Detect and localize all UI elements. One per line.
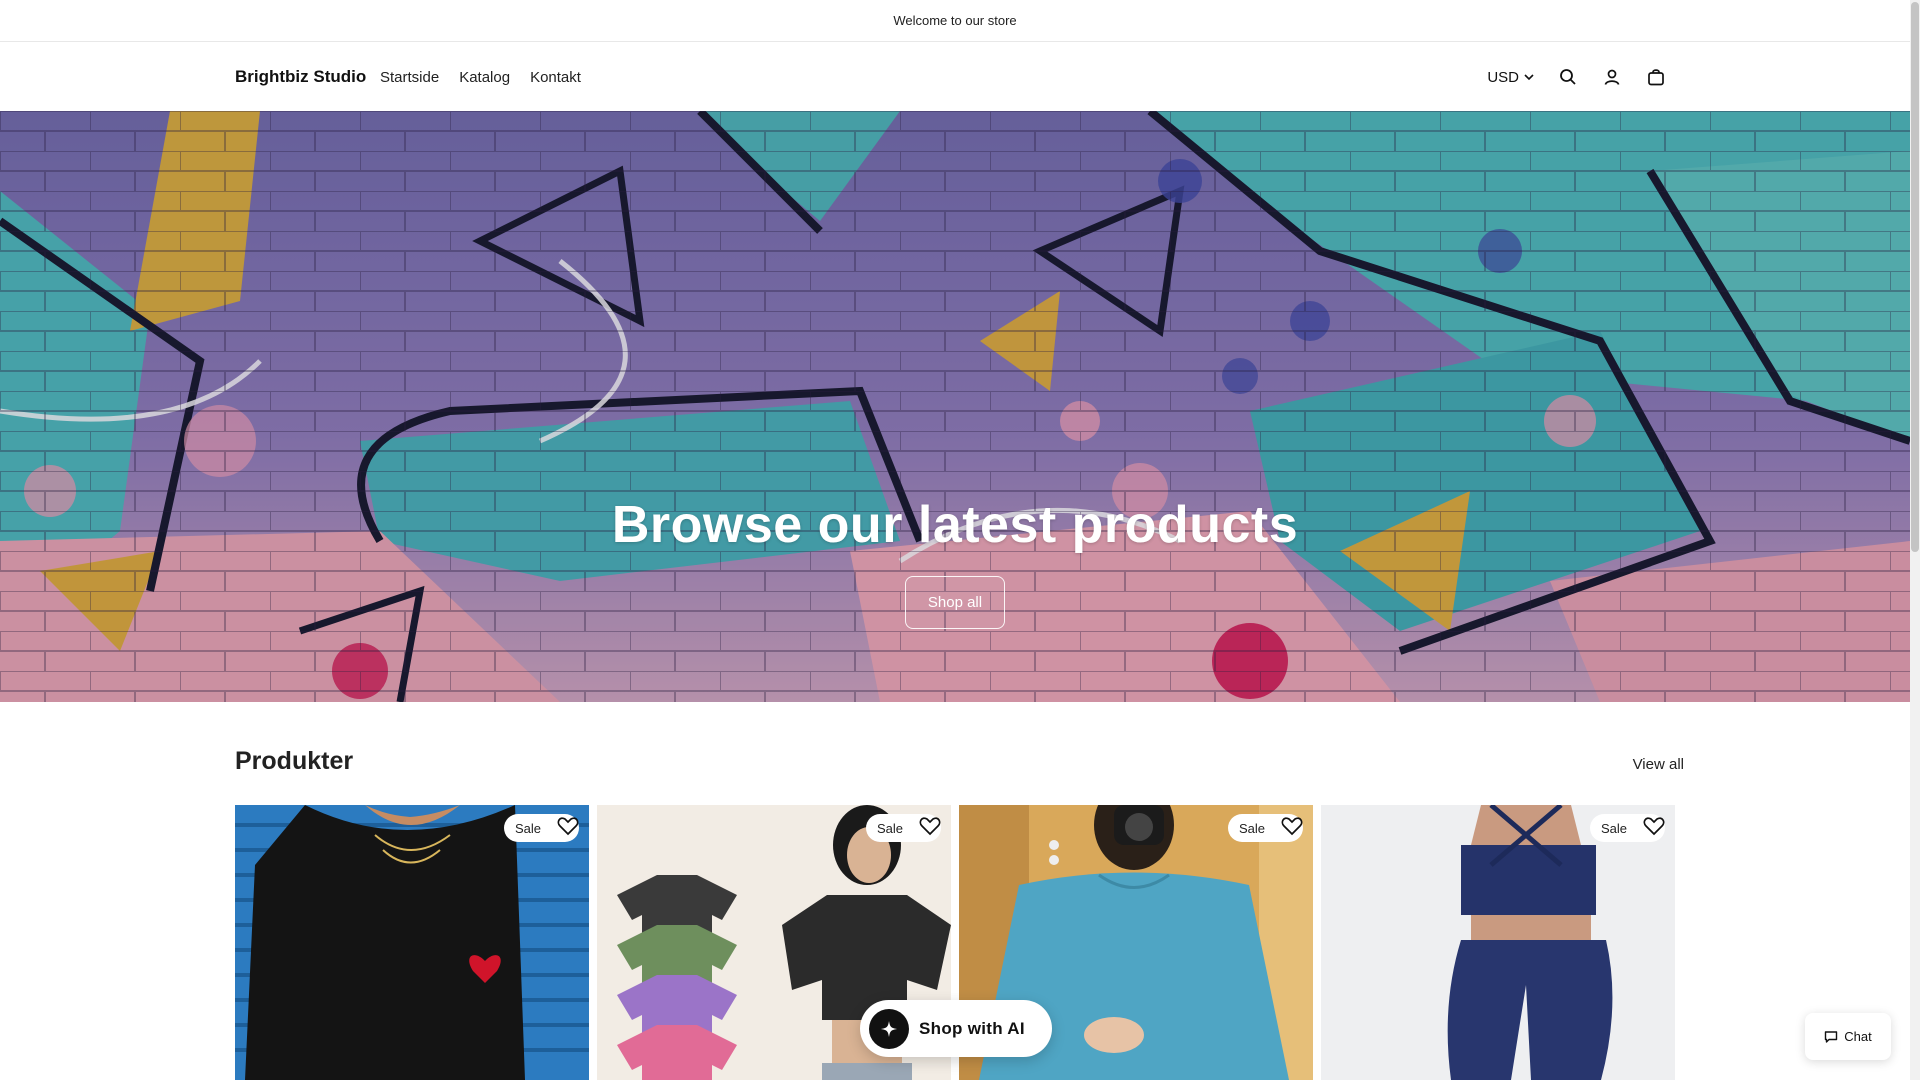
scrollbar-thumb[interactable] <box>1911 2 1919 552</box>
chat-bubble-icon <box>1825 1030 1838 1043</box>
product-image <box>235 805 589 1080</box>
shop-all-button[interactable]: Shop all <box>905 576 1005 629</box>
nav-item-kontakt[interactable]: Kontakt <box>530 69 581 86</box>
heart-icon[interactable] <box>557 816 583 842</box>
hero-banner: Browse our latest products Shop all <box>0 111 1910 702</box>
chevron-down-icon <box>1524 74 1534 81</box>
header-actions: USD <box>1487 66 1667 88</box>
shop-with-ai-button[interactable]: Shop with AI <box>860 1000 1052 1057</box>
product-image <box>1321 805 1675 1080</box>
bag-icon[interactable] <box>1645 66 1667 88</box>
announcement-text: Welcome to our store <box>893 13 1017 28</box>
site-header: Brightbiz Studio Startside Katalog Konta… <box>0 43 1910 111</box>
currency-selector[interactable]: USD <box>1487 69 1535 86</box>
heart-icon[interactable] <box>919 816 945 842</box>
user-icon[interactable] <box>1601 66 1623 88</box>
heart-icon[interactable] <box>1281 816 1307 842</box>
main-nav: Startside Katalog Kontakt <box>380 69 581 86</box>
sparkle-icon <box>869 1008 909 1049</box>
product-card[interactable]: Sale <box>235 805 589 1080</box>
announcement-bar: Welcome to our store <box>0 0 1910 42</box>
hero-title: Browse our latest products <box>611 496 1299 554</box>
currency-label: USD <box>1487 68 1519 86</box>
chat-label: Chat <box>1844 1029 1872 1044</box>
nav-item-katalog[interactable]: Katalog <box>459 69 510 86</box>
shop-with-ai-label: Shop with AI <box>919 1018 1025 1038</box>
section-title: Produkter <box>235 747 354 775</box>
page-scrollbar[interactable] <box>1910 0 1920 1080</box>
heart-icon[interactable] <box>1643 816 1669 842</box>
product-card[interactable]: Sale <box>1321 805 1675 1080</box>
chat-button[interactable]: Chat <box>1805 1013 1891 1060</box>
nav-item-startside[interactable]: Startside <box>380 69 439 86</box>
search-icon[interactable] <box>1557 66 1579 88</box>
view-all-link[interactable]: View all <box>1633 756 1684 773</box>
store-logo[interactable]: Brightbiz Studio <box>235 67 366 87</box>
